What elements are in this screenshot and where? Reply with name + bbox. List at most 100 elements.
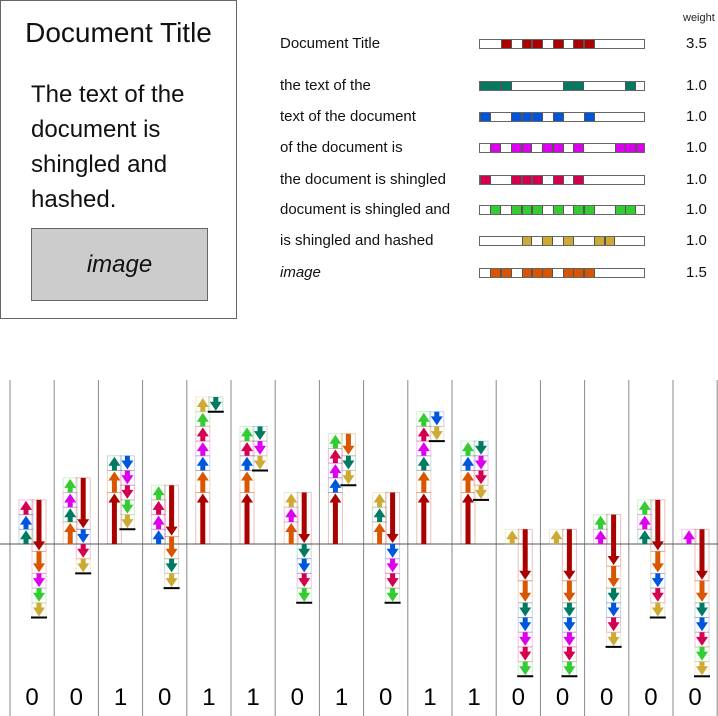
hash-bit-segment — [583, 113, 595, 121]
hash-bit-segment — [521, 144, 533, 152]
up-arrow — [152, 500, 165, 515]
up-arrow — [638, 530, 651, 544]
down-arrow — [696, 602, 708, 617]
hash-bit-segment — [480, 176, 491, 184]
up-arrow — [196, 427, 209, 442]
hash-bit-segment — [480, 82, 491, 90]
down-arrow — [696, 646, 708, 661]
hash-bit-segment — [511, 176, 522, 184]
shingle-row: of the document is 1.0 — [0, 138, 718, 158]
up-arrow — [20, 530, 32, 544]
hash-bit-segment — [531, 40, 543, 48]
up-arrow — [64, 508, 77, 522]
down-arrow — [607, 566, 620, 588]
hash-bit-segment — [500, 269, 512, 277]
down-arrow — [33, 588, 45, 602]
down-arrow — [519, 646, 532, 661]
up-arrow — [64, 478, 77, 493]
down-arrow — [77, 544, 90, 558]
down-arrow — [563, 529, 576, 580]
up-arrow — [241, 456, 253, 471]
up-arrow — [417, 456, 430, 471]
hash-bit-segment — [511, 113, 522, 121]
hash-bit-segment — [563, 237, 574, 245]
hash-bit-segment — [542, 269, 554, 277]
down-arrow — [298, 544, 311, 558]
shingle-weight: 1.5 — [686, 264, 707, 281]
hash-bit-segment — [500, 82, 512, 90]
hash-bit-segment — [625, 82, 637, 90]
hash-bit-segment — [583, 40, 595, 48]
down-arrow — [696, 529, 708, 580]
down-arrow — [519, 602, 532, 617]
down-arrow — [121, 485, 134, 499]
down-arrow — [651, 602, 664, 617]
hash-bit-segment — [552, 113, 564, 121]
down-arrow — [519, 580, 532, 602]
down-arrow — [342, 433, 355, 455]
simhash-bit-label: 0 — [25, 684, 38, 711]
down-arrow — [33, 602, 45, 617]
down-arrow — [430, 426, 443, 441]
shingle-weight: 1.0 — [686, 77, 707, 94]
hash-bit-segment — [552, 176, 564, 184]
up-arrow — [64, 522, 77, 544]
down-arrow — [298, 492, 311, 543]
up-arrow — [196, 493, 209, 544]
hash-bit-segment — [521, 113, 533, 121]
simhash-bit-label: 0 — [688, 684, 701, 711]
up-arrow — [638, 500, 651, 515]
up-arrow — [196, 456, 209, 471]
up-arrow — [241, 442, 253, 456]
down-arrow — [475, 455, 487, 470]
up-arrow — [241, 493, 253, 544]
shingle-label: Document Title — [280, 35, 381, 52]
simhash-bit-label: 0 — [70, 684, 83, 711]
hash-bit-segment — [511, 144, 522, 152]
shingle-label: the text of the — [280, 77, 371, 94]
hash-bit-segment — [573, 40, 585, 48]
hash-bit-segment — [521, 269, 533, 277]
hash-bit-segment — [614, 206, 626, 214]
down-arrow — [651, 588, 664, 602]
hash-bit-segment — [625, 206, 637, 214]
up-arrow — [285, 508, 298, 522]
up-arrow — [417, 471, 430, 493]
down-arrow — [386, 544, 399, 558]
down-arrow — [607, 632, 620, 646]
hash-bit-segment — [594, 237, 605, 245]
down-arrow — [77, 558, 90, 573]
down-arrow — [33, 551, 45, 573]
down-arrow — [77, 529, 90, 543]
down-arrow — [696, 580, 708, 602]
up-arrow — [20, 515, 32, 530]
simhash-bit-label: 0 — [600, 684, 613, 711]
up-arrow — [196, 471, 209, 493]
down-arrow — [607, 602, 620, 617]
up-arrow — [285, 522, 298, 544]
hash-bar — [479, 268, 645, 278]
hash-bar — [479, 236, 645, 246]
hash-bit-segment — [511, 206, 522, 214]
down-arrow — [33, 573, 45, 588]
shingle-row: text of the document 1.0 — [0, 107, 718, 127]
hash-bar — [479, 175, 645, 185]
hash-bit-segment — [552, 206, 564, 214]
hash-bit-segment — [583, 206, 595, 214]
hash-bar — [479, 205, 645, 215]
down-arrow — [165, 536, 178, 558]
hash-bit-segment — [521, 40, 533, 48]
down-arrow — [696, 661, 708, 676]
hash-bit-segment — [542, 237, 554, 245]
weight-column-header: weight — [683, 12, 715, 24]
simhash-bit-label: 0 — [512, 684, 525, 711]
simhash-bit-label: 0 — [158, 684, 171, 711]
hash-bit-segment — [563, 82, 574, 90]
hash-bit-segment — [500, 40, 512, 48]
hash-bit-segment — [521, 176, 533, 184]
up-arrow — [638, 515, 651, 530]
simhash-bit-label: 0 — [291, 684, 304, 711]
up-arrow — [241, 427, 253, 442]
down-arrow — [77, 477, 90, 529]
simhash-bit-label: 0 — [644, 684, 657, 711]
